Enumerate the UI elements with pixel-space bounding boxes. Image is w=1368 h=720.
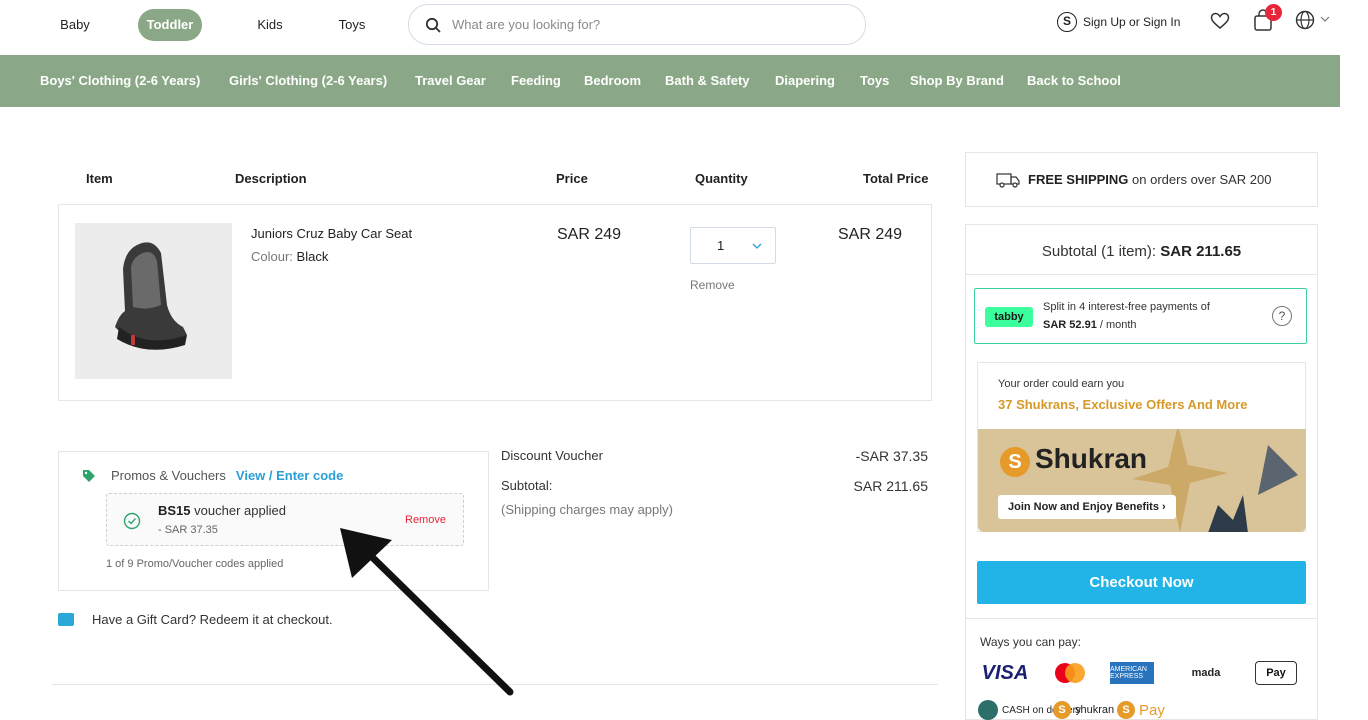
tab-kids[interactable]: Kids: [245, 9, 295, 41]
quantity-select[interactable]: 1: [690, 227, 776, 264]
apple-pay-logo: Pay: [1255, 661, 1297, 685]
item-total-price: SAR 249: [838, 226, 903, 243]
voucher-code: BS15 voucher applied: [158, 503, 286, 518]
chevron-down-icon: [1320, 16, 1330, 22]
shukran-s-icon: S: [1057, 12, 1077, 32]
quantity-value: 1: [717, 238, 725, 253]
order-summary: Subtotal (1 item): SAR 211.65 tabby Spli…: [965, 224, 1318, 720]
promo-count: 1 of 9 Promo/Voucher codes applied: [106, 558, 284, 570]
nav-item-bedroom[interactable]: Bedroom: [584, 55, 641, 107]
amex-logo: AMERICAN EXPRESS: [1110, 662, 1154, 684]
scrollbar[interactable]: [1340, 0, 1368, 720]
checkout-button[interactable]: Checkout Now: [977, 561, 1306, 604]
promo-label: Promos & Vouchers: [111, 468, 226, 483]
discount-value: -SAR 37.35: [855, 448, 928, 464]
category-nav: Boys' Clothing (2-6 Years) Girls' Clothi…: [0, 55, 1340, 107]
remove-item-link[interactable]: Remove: [690, 278, 735, 292]
tab-baby[interactable]: Baby: [50, 9, 100, 41]
help-icon[interactable]: ?: [1272, 306, 1292, 326]
shukran-s-icon: S: [1000, 447, 1030, 477]
enter-code-link[interactable]: View / Enter code: [236, 468, 343, 483]
mastercard-logo: [1052, 659, 1088, 687]
search-icon: [425, 17, 441, 33]
shukran-brand: Shukran: [1035, 443, 1148, 474]
wishlist-heart-icon[interactable]: [1210, 12, 1230, 30]
sidebar-subtotal: Subtotal (1 item): SAR 211.65: [1041, 243, 1242, 260]
top-bar: Baby Toddler Kids Toys What are you look…: [0, 0, 1340, 50]
nav-item-back-to-school[interactable]: Back to School: [1027, 55, 1121, 107]
nav-item-girls[interactable]: Girls' Clothing (2-6 Years): [229, 55, 387, 107]
tabby-logo: tabby: [985, 307, 1033, 327]
cart-count-badge: 1: [1265, 4, 1282, 21]
shukran-pay-logo: Sshukran: [1053, 699, 1114, 720]
ways-to-pay-label: Ways you can pay:: [980, 635, 1081, 649]
tab-toddler[interactable]: Toddler: [138, 9, 202, 41]
annotation-arrow-icon: [340, 528, 514, 696]
tabby-banner[interactable]: tabby Split in 4 interest-free payments …: [974, 288, 1307, 344]
signin-label: Sign Up or Sign In: [1083, 15, 1181, 29]
join-now-button[interactable]: Join Now and Enjoy Benefits ›: [998, 495, 1176, 519]
cash-icon: [978, 700, 998, 720]
free-shipping-text: FREE SHIPPING on orders over SAR 200: [1028, 172, 1272, 187]
nav-item-bath-safety[interactable]: Bath & Safety: [665, 55, 750, 107]
truck-icon: [996, 173, 1020, 188]
subtotal-value: SAR 211.65: [853, 478, 928, 494]
promo-header: Promos & Vouchers View / Enter code: [82, 468, 343, 483]
item-price: SAR 249: [557, 226, 622, 243]
nav-item-shop-by-brand[interactable]: Shop By Brand: [910, 55, 1004, 107]
tag-icon: [83, 469, 95, 482]
nav-item-boys[interactable]: Boys' Clothing (2-6 Years): [40, 55, 200, 107]
search-input[interactable]: What are you looking for?: [408, 4, 866, 45]
discount-label: Discount Voucher: [501, 448, 603, 463]
divider: [966, 274, 1317, 275]
gift-icon: [58, 613, 74, 626]
mada-logo: mada: [1191, 667, 1221, 679]
chevron-down-icon: [752, 243, 762, 249]
free-shipping-banner: FREE SHIPPING on orders over SAR 200: [965, 152, 1318, 207]
visa-logo: VISA: [981, 661, 1029, 684]
product-name[interactable]: Juniors Cruz Baby Car Seat: [251, 226, 412, 241]
shukran-text: Your order could earn you: [998, 378, 1125, 390]
shukran-banner[interactable]: S Shukran Join Now and Enjoy Benefits ›: [978, 429, 1306, 532]
header-description: Description: [235, 171, 307, 186]
tab-toys[interactable]: Toys: [327, 9, 377, 41]
divider: [966, 618, 1317, 619]
spay-logo: S Pay: [1117, 699, 1165, 720]
nav-item-toys[interactable]: Toys: [860, 55, 889, 107]
check-circle-icon: [123, 512, 141, 530]
tabby-amount: SAR 52.91 / month: [1043, 319, 1137, 331]
product-image[interactable]: [75, 223, 232, 379]
shipping-note: (Shipping charges may apply): [501, 502, 673, 517]
header-price: Price: [556, 171, 588, 186]
nav-item-diapering[interactable]: Diapering: [775, 55, 835, 107]
nav-item-travel-gear[interactable]: Travel Gear: [415, 55, 486, 107]
shukran-promo: Your order could earn you 37 Shukrans, E…: [977, 362, 1306, 532]
gift-text: Have a Gift Card? Redeem it at checkout.: [92, 612, 333, 627]
car-seat-image: [75, 223, 232, 379]
product-colour: Colour: Black: [251, 249, 329, 264]
header-quantity: Quantity: [695, 171, 748, 186]
signin-link[interactable]: S Sign Up or Sign In: [1057, 11, 1180, 33]
header-total-price: Total Price: [863, 171, 929, 186]
tabby-text: Split in 4 interest-free payments of: [1043, 301, 1210, 313]
voucher-amount: - SAR 37.35: [158, 524, 218, 536]
gift-card-note: Have a Gift Card? Redeem it at checkout.: [58, 612, 333, 627]
subtotal-label: Subtotal:: [501, 478, 553, 493]
header-item: Item: [86, 171, 113, 186]
search-placeholder: What are you looking for?: [452, 17, 601, 32]
nav-item-feeding[interactable]: Feeding: [511, 55, 561, 107]
shukran-earn: 37 Shukrans, Exclusive Offers And More: [998, 397, 1248, 412]
globe-icon[interactable]: [1295, 10, 1315, 30]
